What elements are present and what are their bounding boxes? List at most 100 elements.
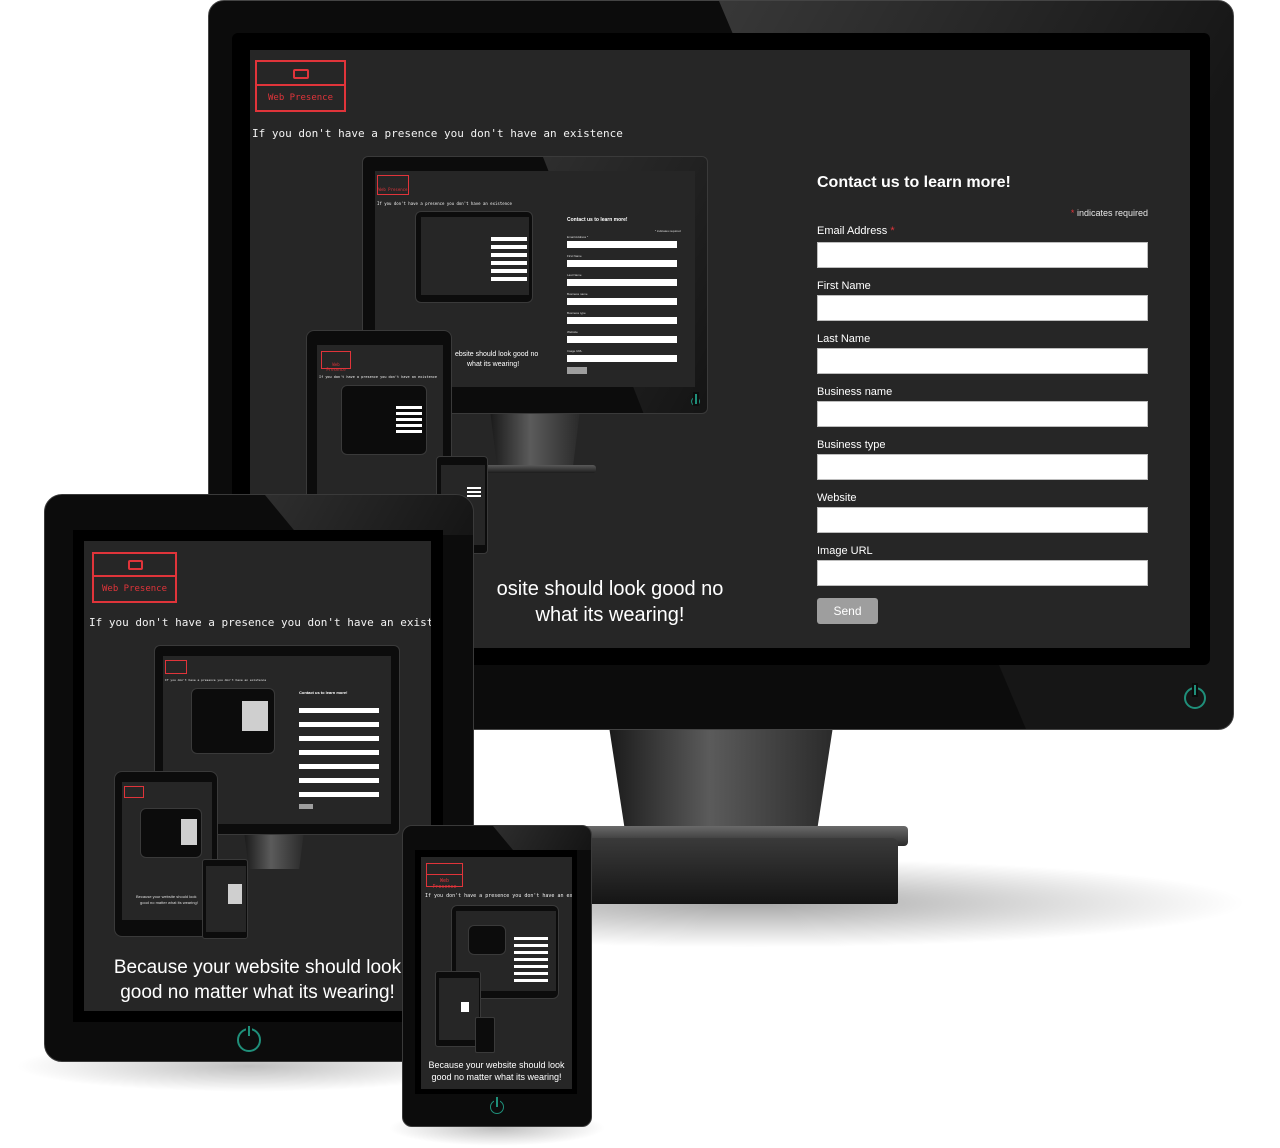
logo-divider xyxy=(257,84,344,86)
image-url-label: Image URL xyxy=(817,545,873,557)
mini-field-email xyxy=(567,241,677,248)
mini-monitor-stand xyxy=(490,410,580,468)
phone-mini-bar-5 xyxy=(514,965,548,968)
tagline: If you don't have a presence you don't h… xyxy=(252,127,623,140)
tablet-mini-tablet-screen: Because your website should look good no… xyxy=(122,782,212,920)
mini-monitor-base xyxy=(470,465,596,473)
phone-tagline: If you don't have a presence you don't h… xyxy=(425,893,572,899)
mini-tablet-bar-3 xyxy=(396,418,422,421)
website-field[interactable] xyxy=(817,507,1148,533)
mini-field-image xyxy=(567,355,677,362)
phone-mini-bar-7 xyxy=(514,979,548,982)
tablet-mini-field-5 xyxy=(299,764,379,769)
tablet-mini-phone-form xyxy=(228,884,242,904)
mini-nested-bar-6 xyxy=(491,277,527,281)
first-name-field[interactable] xyxy=(817,295,1148,321)
phone-logo-text: Web Presence xyxy=(432,878,457,890)
mini-label-email: Email Address * xyxy=(567,235,589,239)
tablet-mini-logo xyxy=(165,660,187,674)
tablet-hero-caption: Because your website should look good no… xyxy=(84,955,431,1005)
logo-icon xyxy=(293,69,309,79)
tablet-mini-field-1 xyxy=(299,708,379,713)
tablet-mini-nested xyxy=(191,688,275,754)
image-url-field[interactable] xyxy=(817,560,1148,586)
mini-field-biztype xyxy=(567,317,677,324)
business-name-label: Business name xyxy=(817,386,893,398)
form-heading: Contact us to learn more! xyxy=(817,174,1011,191)
tablet-mini-tablet-monitor xyxy=(140,808,202,858)
mini-label-biztype: Business type xyxy=(567,311,586,315)
tablet-hero-caption-line-1: Because your website should look xyxy=(113,957,402,978)
mini-label-image: Image URL xyxy=(567,349,583,353)
tablet-mini-send xyxy=(299,804,313,809)
phone-mini-bar-6 xyxy=(514,972,548,975)
phone-mini-tablet-card xyxy=(461,1002,469,1012)
tablet-logo[interactable]: Web Presence xyxy=(92,552,177,603)
tablet-logo-text: Web Presence xyxy=(101,584,168,594)
email-label-text: Email Address xyxy=(817,225,888,237)
tablet-mini-field-7 xyxy=(299,792,379,797)
hero-caption-line-1: osite should look good no xyxy=(496,578,724,600)
mini-phone-bar-1 xyxy=(467,487,481,489)
business-name-field[interactable] xyxy=(817,401,1148,427)
mini-tablet-monitor xyxy=(341,385,427,455)
website-label: Website xyxy=(817,492,857,504)
phone-mini-bar-4 xyxy=(514,958,548,961)
tablet-mini-tablet-form xyxy=(181,819,197,845)
phone-logo-divider xyxy=(427,874,462,875)
required-star: * xyxy=(1070,208,1075,218)
mini-tagline: If you don't have a presence you don't h… xyxy=(377,201,512,206)
mini-nested-bar-2 xyxy=(491,245,527,249)
phone-hero-caption-line-2: good no matter what its wearing! xyxy=(431,1072,562,1082)
phone-power-icon[interactable] xyxy=(490,1100,504,1114)
mini-tablet-logo-text: Web Presence xyxy=(326,362,346,372)
email-required-star: * xyxy=(890,225,895,237)
tablet-mini-phone xyxy=(202,859,248,939)
mini-nested-bar-5 xyxy=(491,269,527,273)
business-type-label: Business type xyxy=(817,439,886,451)
tablet-mini-tagline: If you don't have a presence you don't h… xyxy=(165,678,267,682)
mini-monitor-nested xyxy=(415,211,533,303)
mini-caption-1: ebsite should look good no xyxy=(455,351,539,358)
mini-field-website xyxy=(567,336,677,343)
tablet-mini-field-6 xyxy=(299,778,379,783)
mini-power-icon xyxy=(691,397,700,406)
mini-label-last: Last Name xyxy=(567,273,582,277)
mini-form-heading: Contact us to learn more! xyxy=(567,217,628,223)
mini-label-bizname: Business name xyxy=(567,292,588,296)
phone-gloss xyxy=(493,826,591,850)
last-name-label: Last Name xyxy=(817,333,871,345)
mini-field-last xyxy=(567,279,677,286)
send-button[interactable]: Send xyxy=(817,598,878,624)
logo-text: Web Presence xyxy=(267,93,334,103)
mini-nested-screen xyxy=(421,217,529,295)
last-name-field[interactable] xyxy=(817,348,1148,374)
mini-label-website: Website xyxy=(567,330,578,334)
phone-screen: Web Presence If you don't have a presenc… xyxy=(421,857,572,1089)
tablet-hero-caption-line-2: good no matter what its wearing! xyxy=(120,982,395,1003)
phone-hero-caption-line-1: Because your website should look xyxy=(428,1060,565,1070)
phone-mini-phone xyxy=(475,1017,495,1053)
tablet-mini-tablet-caption-1: Because your website should look xyxy=(136,894,197,899)
mini-tablet-bar-4 xyxy=(396,424,422,427)
mini-logo: Web Presence xyxy=(377,175,409,195)
monitor-stand xyxy=(608,720,834,838)
phone-logo[interactable]: Web Presence xyxy=(426,863,463,890)
required-note: * indicates required xyxy=(980,208,1148,218)
tablet-mini-tablet-logo xyxy=(124,786,144,798)
mini-send-button xyxy=(567,367,587,374)
phone-mini-bar-2 xyxy=(514,944,548,947)
email-field[interactable] xyxy=(817,242,1148,268)
mini-nested-bar-4 xyxy=(491,261,527,265)
mini-phone-bar-2 xyxy=(467,491,481,493)
mini-tablet-bar-5 xyxy=(396,430,422,433)
business-type-field[interactable] xyxy=(817,454,1148,480)
power-icon[interactable] xyxy=(1184,687,1206,709)
tablet-power-icon[interactable] xyxy=(237,1028,261,1052)
logo-box[interactable]: Web Presence xyxy=(255,60,346,112)
tablet-logo-divider xyxy=(94,575,175,577)
tablet-screen: Web Presence If you don't have a presenc… xyxy=(84,541,431,1011)
tablet-logo-icon xyxy=(128,560,143,570)
mini-tablet-tagline: If you don't have a presence you don't h… xyxy=(319,375,438,379)
mini-tablet-bar-1 xyxy=(396,406,422,409)
